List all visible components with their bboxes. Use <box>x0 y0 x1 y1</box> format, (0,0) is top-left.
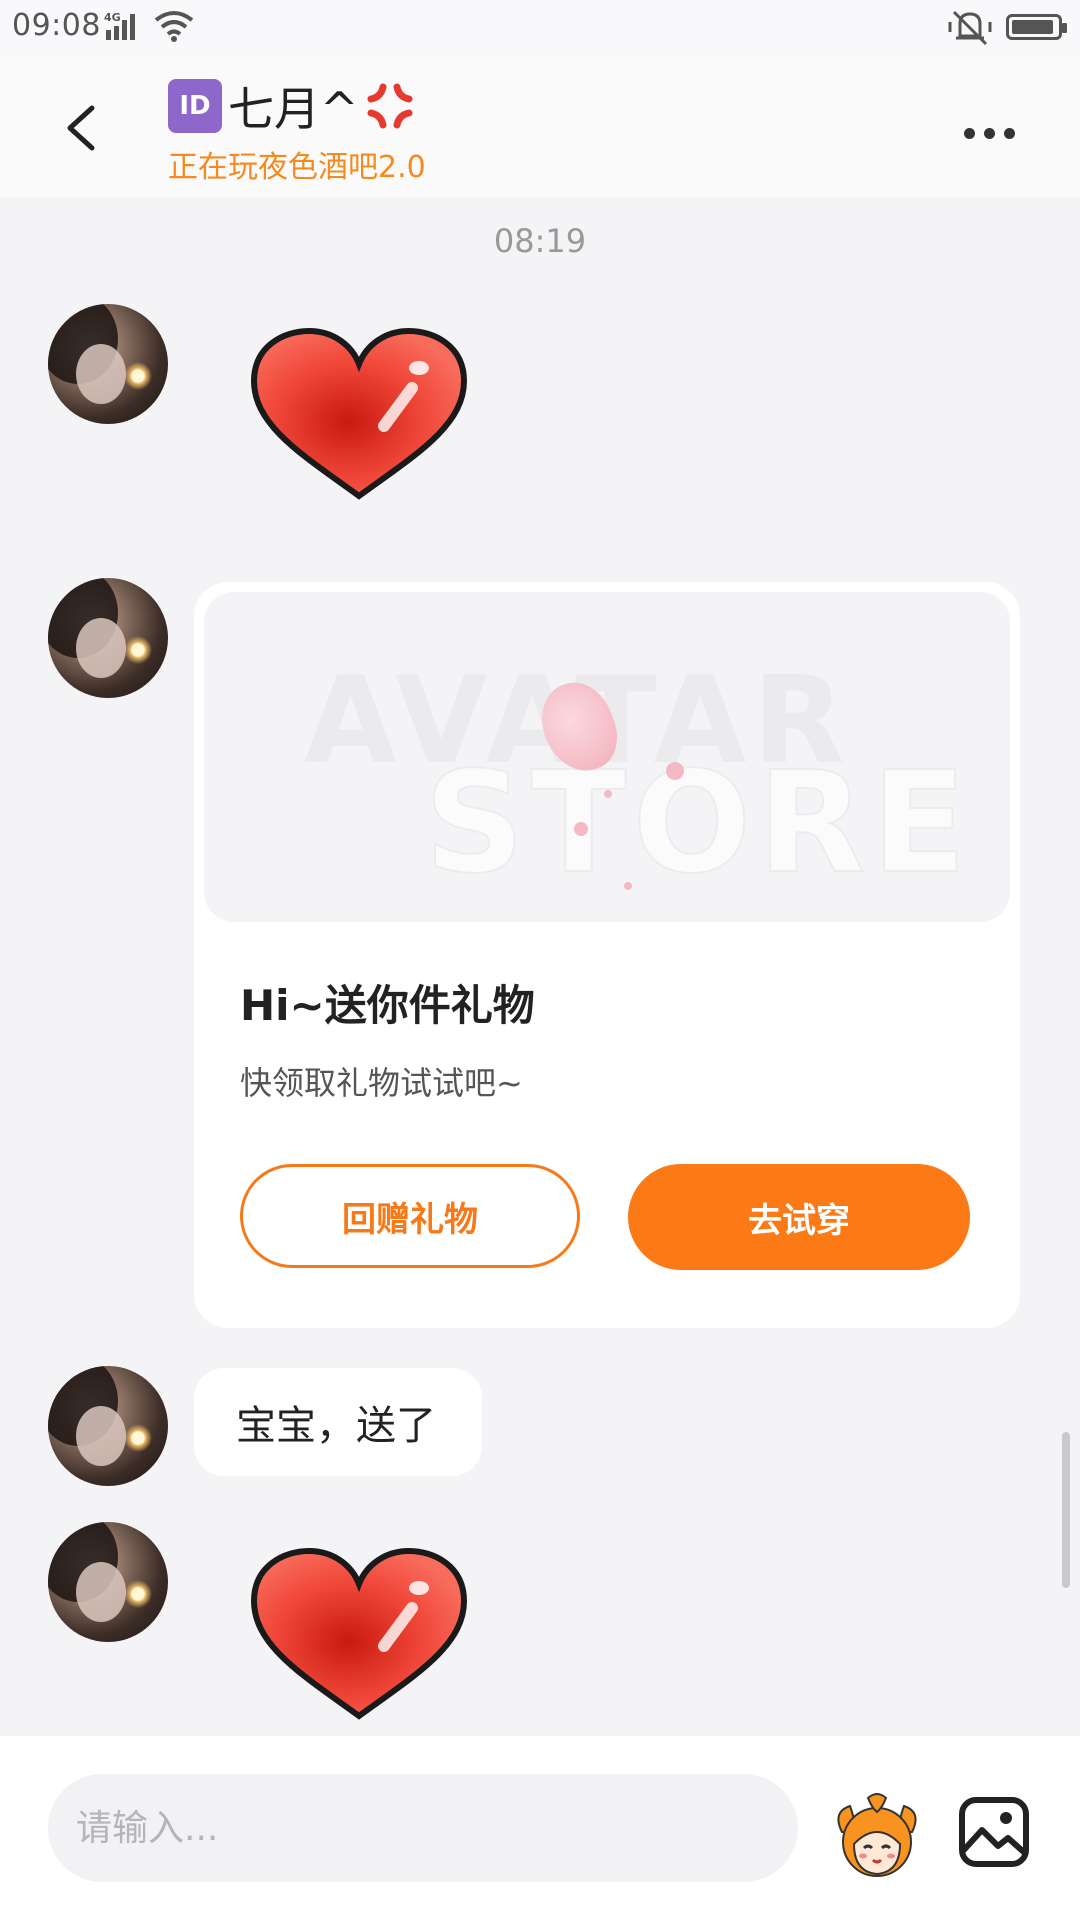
back-icon[interactable] <box>58 98 106 158</box>
avatar[interactable] <box>48 578 168 698</box>
heart-sticker[interactable] <box>244 326 474 506</box>
avatar[interactable] <box>48 1366 168 1486</box>
anger-emoji-icon <box>367 83 413 129</box>
signal-icon: 4G <box>104 11 135 40</box>
message-timestamp: 08:19 <box>493 222 587 260</box>
more-icon[interactable] <box>964 118 1034 148</box>
chat-header: ID 七月^ 正在玩夜色酒吧2.0 <box>0 58 1080 198</box>
status-time: 09:08 <box>12 8 101 43</box>
network-type: 4G <box>104 11 121 24</box>
mascot-icon[interactable] <box>832 1792 922 1882</box>
contact-status: 正在玩夜色酒吧2.0 <box>168 150 426 185</box>
image-icon[interactable] <box>958 1796 1030 1868</box>
banner-text-store: STORE <box>423 741 973 906</box>
status-bar: 09:08 4G <box>0 0 1080 58</box>
avatar[interactable] <box>48 304 168 424</box>
contact-name: 七月^ <box>228 82 359 136</box>
try-on-button[interactable]: 去试穿 <box>628 1164 970 1270</box>
battery-icon <box>1006 14 1067 40</box>
return-gift-button[interactable]: 回赠礼物 <box>240 1164 580 1268</box>
text-message-bubble[interactable]: 宝宝，送了 <box>194 1368 482 1476</box>
gift-banner-image[interactable]: AVATAR STORE <box>204 592 1010 922</box>
gift-title: Hi~送你件礼物 <box>240 981 535 1030</box>
gift-card: AVATAR STORE Hi~送你件礼物 快领取礼物试试吧~ 回赠礼物 去试穿 <box>194 582 1020 1328</box>
scrollbar[interactable] <box>1062 1432 1070 1588</box>
vibrate-icon <box>948 10 992 46</box>
gift-description: 快领取礼物试试吧~ <box>240 1064 523 1102</box>
avatar[interactable] <box>48 1522 168 1642</box>
wifi-icon <box>154 11 194 42</box>
chat-title: ID 七月^ <box>168 76 417 136</box>
input-bar <box>0 1736 1080 1920</box>
heart-sticker[interactable] <box>244 1546 474 1726</box>
message-input[interactable] <box>48 1774 798 1882</box>
id-badge: ID <box>168 79 222 133</box>
